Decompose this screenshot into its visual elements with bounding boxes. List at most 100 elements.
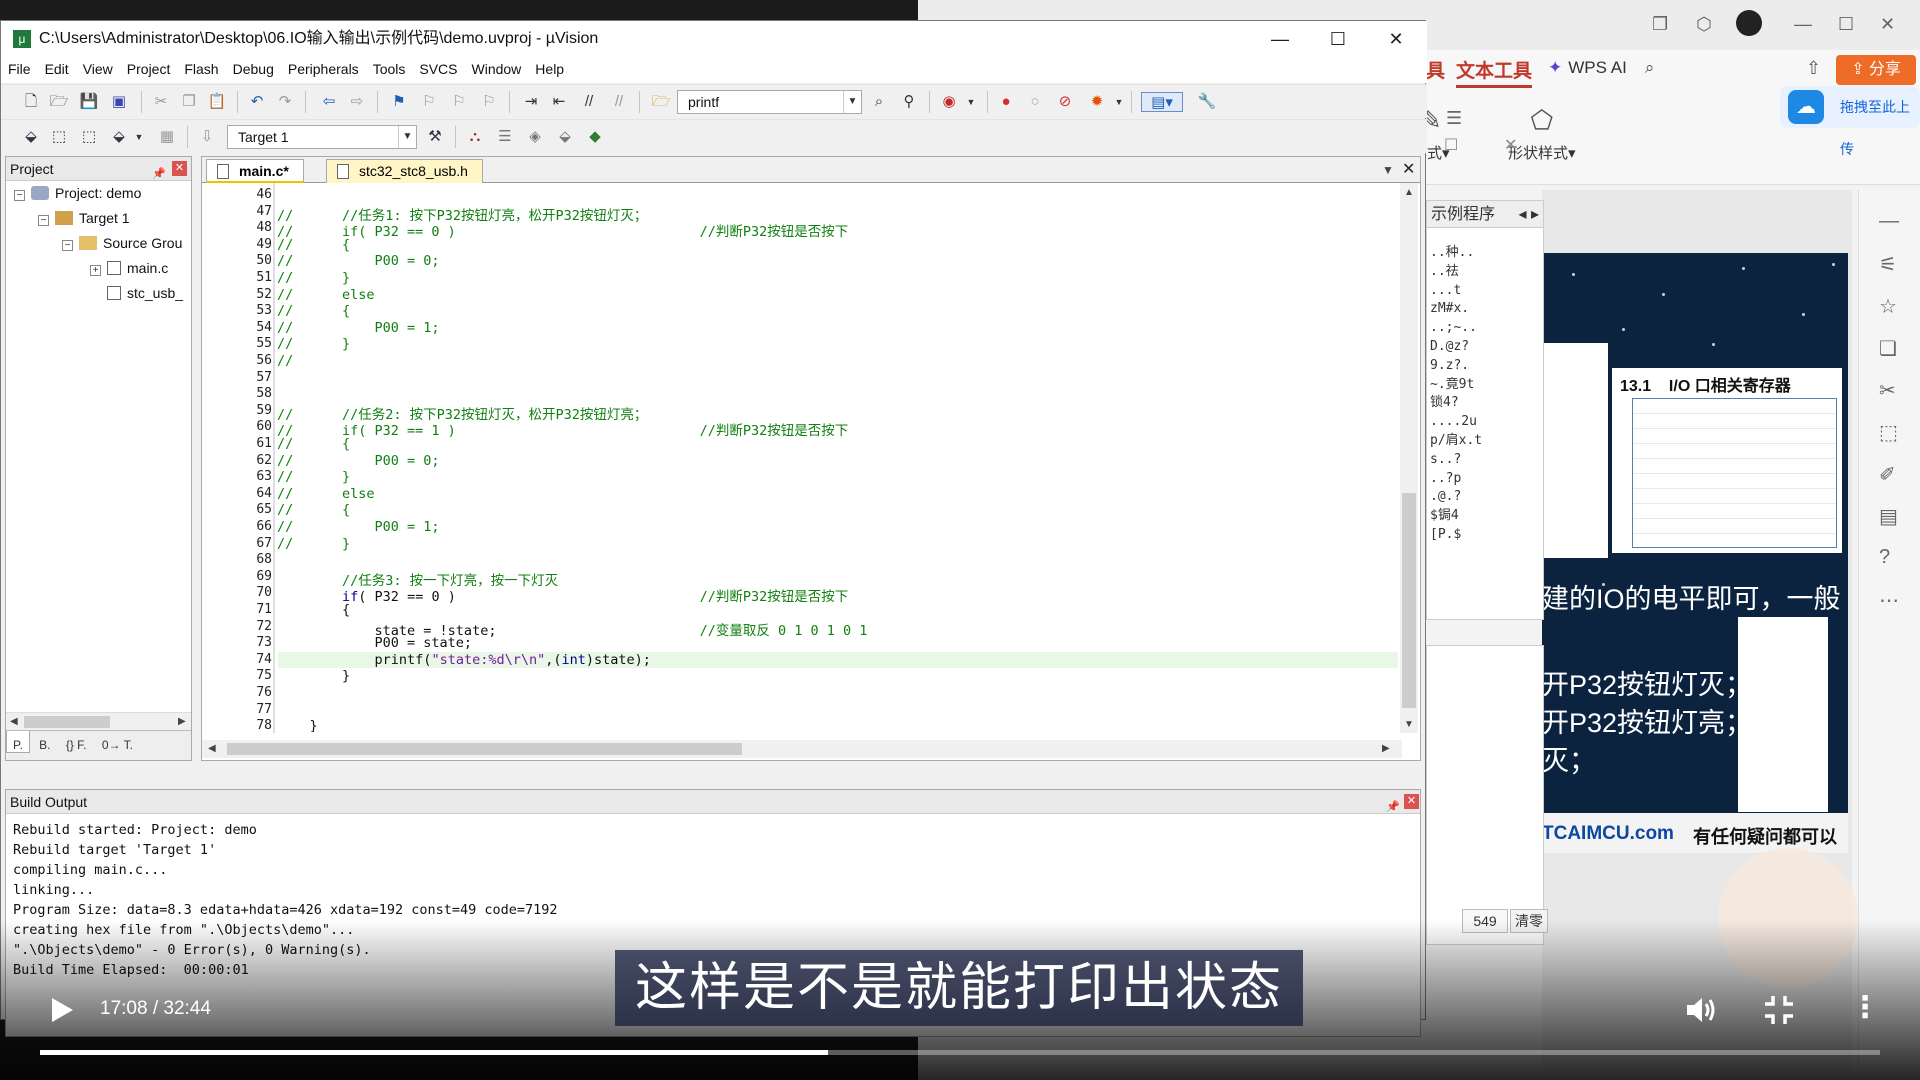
- scroll-thumb[interactable]: [24, 716, 110, 728]
- tree-item-source-group[interactable]: − Source Grou: [62, 235, 182, 251]
- tab-books[interactable]: B.: [33, 731, 56, 752]
- editor-vscrollbar[interactable]: ▲ ▼: [1400, 183, 1418, 733]
- incremental-find-icon[interactable]: ⚲: [899, 92, 919, 112]
- chevron-down-icon[interactable]: ▼: [843, 91, 861, 113]
- pin-icon[interactable]: 📌: [152, 162, 166, 186]
- chevron-down-icon[interactable]: ▼: [961, 92, 981, 112]
- panel-restore-icon[interactable]: ☐: [1444, 135, 1458, 155]
- save-all-icon[interactable]: ▣: [109, 92, 129, 112]
- project-hscrollbar[interactable]: ◀ ▶: [6, 712, 191, 730]
- scroll-right-icon[interactable]: ▶: [1382, 743, 1390, 754]
- editor-hscrollbar[interactable]: ◀ ▶: [202, 740, 1402, 758]
- chevron-down-icon[interactable]: ▼: [1382, 163, 1394, 177]
- menu-view[interactable]: View: [76, 57, 120, 77]
- manage-project-icon[interactable]: ⛬: [465, 127, 485, 147]
- tab-main-c[interactable]: main.c*: [206, 159, 304, 183]
- stop-build-icon[interactable]: ▦: [157, 127, 177, 147]
- rte-icon[interactable]: ◆: [585, 127, 605, 147]
- bookmark-clear-icon[interactable]: ⚐: [479, 92, 499, 112]
- scroll-left-icon[interactable]: ◀: [208, 743, 216, 754]
- pack-installer-icon[interactable]: ⬙: [555, 127, 575, 147]
- bookmark-next-icon[interactable]: ⚐: [449, 92, 469, 112]
- restore-icon[interactable]: ❐: [1652, 14, 1668, 35]
- seek-bar[interactable]: [40, 1050, 1880, 1055]
- menu-project[interactable]: Project: [120, 57, 178, 77]
- book-icon[interactable]: ▤: [1879, 504, 1901, 528]
- nav-forward-icon[interactable]: ⇨: [347, 92, 367, 112]
- help-icon[interactable]: ?: [1879, 546, 1901, 568]
- close-icon[interactable]: ✕: [1402, 159, 1415, 179]
- scroll-left-icon[interactable]: ◀: [10, 716, 18, 727]
- minimize-icon[interactable]: —: [1794, 14, 1812, 35]
- batch-build-icon[interactable]: ⬙: [109, 127, 129, 147]
- tree-item-target[interactable]: − Target 1: [38, 210, 130, 226]
- scroll-thumb[interactable]: [227, 743, 742, 755]
- scroll-right-icon[interactable]: ▶: [178, 716, 186, 727]
- chevron-down-icon[interactable]: ▼: [129, 127, 149, 147]
- minimize-button[interactable]: —: [1251, 21, 1309, 57]
- cloud-upload-drop[interactable]: ☁ 拖拽至此上传: [1780, 86, 1920, 157]
- debug-session-icon[interactable]: ◉: [939, 92, 959, 112]
- tab-functions[interactable]: {} F.: [60, 731, 93, 752]
- play-icon[interactable]: [48, 996, 76, 1024]
- scroll-up-icon[interactable]: ▲: [1404, 187, 1414, 198]
- panel-close-icon[interactable]: ✕: [1504, 135, 1517, 155]
- bookmark-icon[interactable]: ⚑: [389, 92, 409, 112]
- download-icon[interactable]: ⇩: [197, 127, 217, 147]
- translate-icon[interactable]: ⬙: [21, 127, 41, 147]
- nav-back-icon[interactable]: ⇦: [319, 92, 339, 112]
- expand-icon[interactable]: +: [90, 265, 101, 276]
- shape-style-dropdown[interactable]: ⬠ 形状样式▾: [1508, 105, 1576, 163]
- copy-icon[interactable]: ❏: [1879, 336, 1901, 360]
- tab-templates[interactable]: 0→ T.: [96, 731, 139, 752]
- close-icon[interactable]: ✕: [172, 161, 187, 176]
- menu-lines-icon[interactable]: ☰: [1446, 108, 1462, 129]
- collapse-icon[interactable]: −: [62, 240, 73, 251]
- undo-icon[interactable]: ↶: [247, 92, 267, 112]
- menu-edit[interactable]: Edit: [38, 57, 76, 77]
- tab-project[interactable]: P.: [6, 731, 30, 753]
- slide-preview[interactable]: 13.1 I/O 口相关寄存器 建的IO的电平即可，一般 开P32按钮灯灭； 开…: [1542, 253, 1848, 813]
- tab-stc32-usb-h[interactable]: stc32_stc8_usb.h: [326, 159, 483, 183]
- exit-fullscreen-icon[interactable]: [1762, 993, 1796, 1027]
- menu-svcs[interactable]: SVCS: [412, 57, 464, 77]
- tree-item-stc-usb[interactable]: stc_usb_: [107, 285, 183, 301]
- collapse-icon[interactable]: −: [14, 190, 25, 201]
- chevron-down-icon[interactable]: ▼: [398, 126, 416, 148]
- menu-tools[interactable]: Tools: [366, 57, 413, 77]
- share-button[interactable]: ⇪ 分享: [1836, 55, 1916, 85]
- comment-icon[interactable]: //: [579, 92, 599, 112]
- tools-icon[interactable]: ✂: [1879, 378, 1901, 402]
- redo-icon[interactable]: ↷: [275, 92, 295, 112]
- chevron-down-icon[interactable]: ▼: [1109, 92, 1129, 112]
- tree-item-main-c[interactable]: + main.c: [90, 260, 168, 276]
- wps-ai-button[interactable]: ✦ WPS AI ⌕: [1548, 58, 1654, 78]
- menu-file[interactable]: File: [1, 57, 38, 77]
- tab-text-tools[interactable]: 文本工具: [1456, 56, 1533, 88]
- edit-icon[interactable]: ✐: [1879, 462, 1901, 486]
- more-icon[interactable]: ⋯: [1879, 588, 1901, 612]
- open-folder-icon[interactable]: 🗁: [49, 92, 69, 112]
- breakpoint-enable-icon[interactable]: ✹: [1087, 92, 1107, 112]
- find-in-files-icon[interactable]: ⌕: [869, 92, 889, 112]
- menu-window[interactable]: Window: [465, 57, 529, 77]
- close-icon[interactable]: ✕: [1404, 794, 1419, 809]
- target-options-icon[interactable]: ⚒: [425, 127, 445, 147]
- close-button[interactable]: ✕: [1367, 21, 1425, 57]
- configure-icon[interactable]: 🔧: [1197, 92, 1217, 112]
- cut-icon[interactable]: ✂: [151, 92, 171, 112]
- menu-debug[interactable]: Debug: [226, 57, 281, 77]
- menu-flash[interactable]: Flash: [177, 57, 225, 77]
- paste-icon[interactable]: 📋: [207, 92, 227, 112]
- manage-books-icon[interactable]: ☰: [495, 127, 515, 147]
- bookmark-prev-icon[interactable]: ⚐: [419, 92, 439, 112]
- more-options-icon[interactable]: ⋮: [1850, 993, 1880, 1027]
- find-files-icon[interactable]: 🗁: [651, 92, 671, 112]
- tree-item-project[interactable]: − Project: demo: [14, 185, 141, 201]
- close-icon[interactable]: ✕: [1880, 14, 1895, 35]
- menu-peripherals[interactable]: Peripherals: [281, 57, 366, 77]
- build-icon[interactable]: ⬚: [49, 127, 69, 147]
- collapse-icon[interactable]: −: [38, 215, 49, 226]
- window-layout-icon[interactable]: ▤▾: [1141, 92, 1183, 112]
- maximize-button[interactable]: ☐: [1309, 21, 1367, 57]
